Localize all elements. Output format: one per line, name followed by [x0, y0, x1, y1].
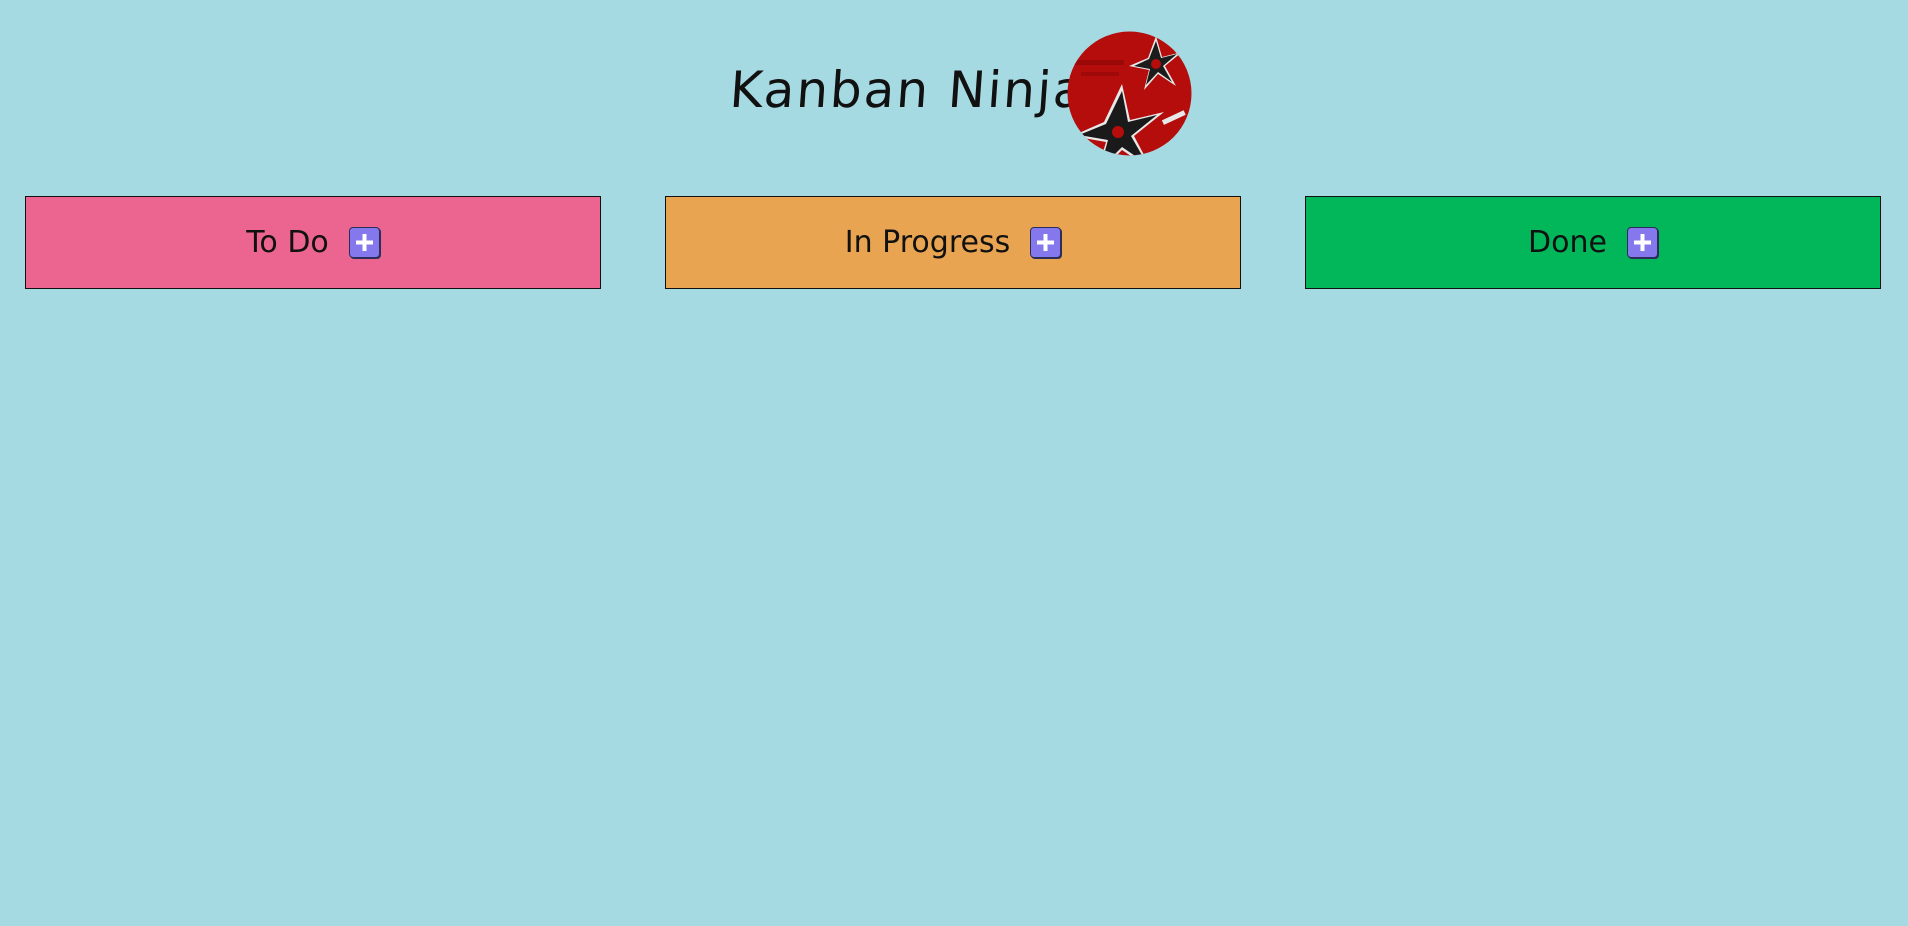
plus-icon [1037, 234, 1055, 251]
header: Kanban Ninja [0, 0, 1908, 170]
app-title: Kanban Ninja [727, 61, 1088, 119]
add-card-button-todo[interactable] [348, 227, 380, 258]
column-header-todo: To Do [25, 196, 601, 289]
column-header-in-progress: In Progress [665, 196, 1241, 289]
column-header-done: Done [1305, 196, 1881, 289]
column-title: Done [1528, 224, 1607, 260]
plus-icon [1633, 234, 1651, 251]
column-title: In Progress [844, 224, 1011, 260]
add-card-button-in-progress[interactable] [1030, 227, 1062, 258]
add-card-button-done[interactable] [1626, 227, 1658, 258]
plus-icon [355, 234, 373, 251]
column-title: To Do [246, 224, 329, 260]
ninja-shuriken-logo-icon [1066, 30, 1193, 157]
